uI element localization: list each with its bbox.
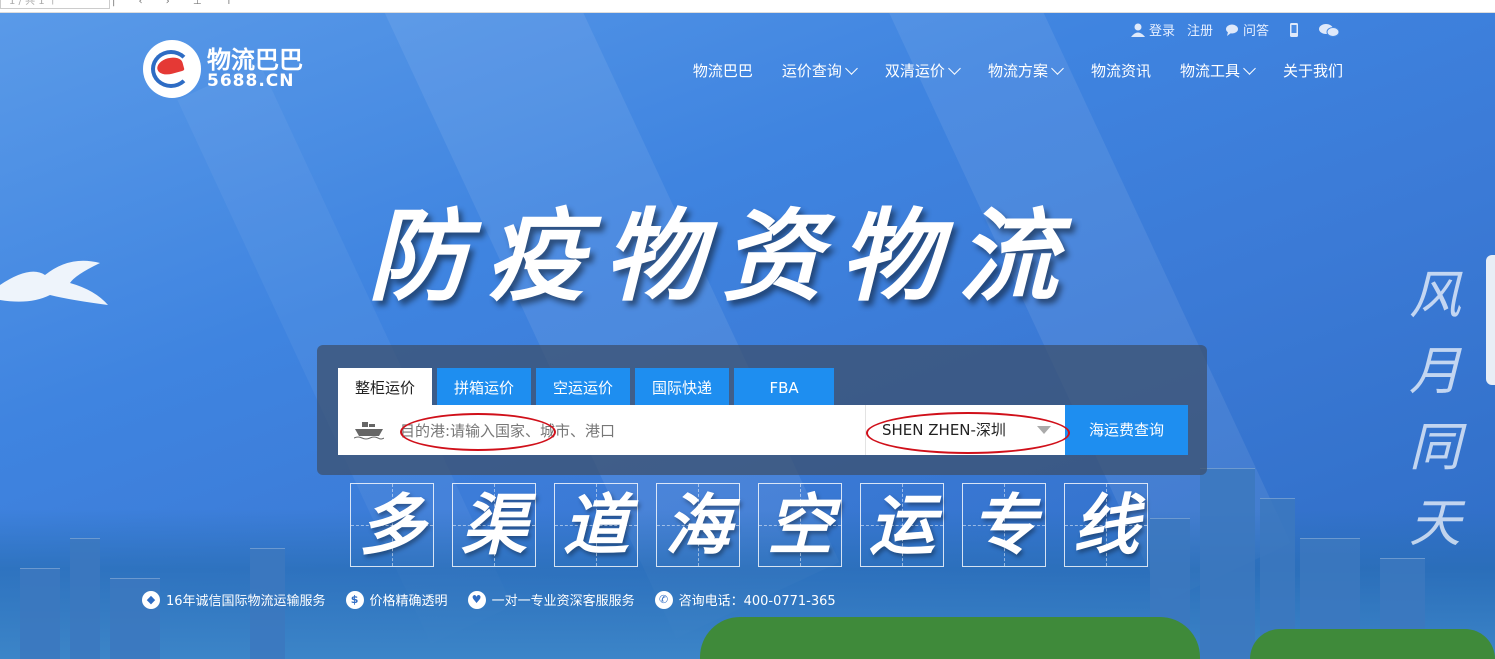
mobile-phone-icon (1290, 22, 1298, 37)
freight-tabs: 整柜运价 拼箱运价 空运运价 国际快递 FBA (338, 368, 839, 406)
slogan-boxes: 多 渠 道 海 空 运 专 线 (350, 483, 1166, 567)
ocean-freight-query-button[interactable]: 海运费查询 (1065, 405, 1188, 455)
chevron-down-icon (845, 61, 858, 75)
top-links: 登录 注册 问答 (1119, 20, 1343, 39)
nav-item-rates[interactable]: 运价查询 (782, 60, 858, 81)
nav-item-double-clearance[interactable]: 双清运价 (885, 60, 961, 81)
chevron-down-icon (1051, 61, 1064, 75)
feature-item: ◆ 16年诚信国际物流运输服务 (142, 590, 326, 609)
page-info: 1 / 共 1 个 (0, 0, 110, 9)
slogan-char: 运 (860, 483, 944, 567)
chevron-down-icon (1243, 61, 1256, 75)
destination-port-input[interactable] (398, 405, 862, 457)
tab-fba[interactable]: FBA (734, 368, 835, 406)
tab-lcl[interactable]: 拼箱运价 (437, 368, 532, 406)
slogan-char: 空 (758, 483, 842, 567)
slogan-char: 多 (350, 483, 434, 567)
login-link[interactable]: 登录 (1130, 20, 1175, 39)
register-link[interactable]: 注册 (1187, 20, 1213, 39)
feature-item: ✆ 咨询电话：400-0771-365 (654, 590, 836, 609)
nav-item-home[interactable]: 物流巴巴 (693, 60, 753, 81)
phone-icon: ✆ (654, 590, 673, 609)
slogan-char: 线 (1064, 483, 1148, 567)
pager-controls[interactable]: | ‹ › ⊥ ↑ (112, 0, 243, 7)
hero-headline: 防疫物资物流 (368, 197, 1076, 315)
dollar-icon: $ (345, 590, 364, 609)
logo-domain: 5688.CN (207, 71, 295, 91)
caret-down-icon (1037, 426, 1051, 434)
freight-search-panel: 整柜运价 拼箱运价 空运运价 国际快递 FBA SHEN ZHEN-深圳 海运费… (317, 345, 1207, 475)
nav-item-about[interactable]: 关于我们 (1283, 60, 1343, 81)
site-logo[interactable]: 物流巴巴 5688.CN (143, 40, 303, 98)
tab-air[interactable]: 空运运价 (536, 368, 631, 406)
nav-item-solutions[interactable]: 物流方案 (988, 60, 1064, 81)
tab-fcl[interactable]: 整柜运价 (338, 368, 433, 406)
chat-bubble-icon (1225, 24, 1238, 36)
wechat-link[interactable] (1319, 23, 1343, 37)
diamond-icon: ◆ (142, 590, 160, 609)
side-widget-tab[interactable] (1486, 255, 1495, 385)
nav-item-tools[interactable]: 物流工具 (1180, 60, 1256, 81)
feature-item: $ 价格精确透明 (345, 590, 448, 609)
heart-icon: ♥ (467, 590, 486, 609)
chevron-down-icon (948, 61, 961, 75)
user-icon (1130, 23, 1145, 37)
dove-image (0, 260, 108, 305)
slogan-char: 海 (656, 483, 740, 567)
origin-port-select[interactable]: SHEN ZHEN-深圳 (865, 405, 1065, 455)
slogan-char: 道 (554, 483, 638, 567)
logo-mark-icon (143, 40, 201, 98)
nav-item-news[interactable]: 物流资讯 (1091, 60, 1151, 81)
slogan-char: 渠 (452, 483, 536, 567)
hero-side-text: 风月同天 (1408, 266, 1461, 554)
main-nav: 物流巴巴 运价查询 双清运价 物流方案 物流资讯 物流工具 关于我们 (664, 60, 1343, 81)
wechat-icon (1319, 23, 1339, 37)
search-row: SHEN ZHEN-深圳 海运费查询 (338, 405, 1188, 457)
ship-icon (354, 422, 384, 440)
qa-link[interactable]: 问答 (1225, 20, 1269, 39)
mobile-link[interactable] (1287, 22, 1305, 37)
tab-express[interactable]: 国际快递 (635, 368, 730, 406)
logo-name: 物流巴巴 (207, 46, 303, 74)
feature-list: ◆ 16年诚信国际物流运输服务 $ 价格精确透明 ♥ 一对一专业资深客服服务 ✆ 咨询电… (142, 590, 856, 609)
slogan-char: 专 (962, 483, 1046, 567)
browser-toolbar: 1 / 共 1 个 | ‹ › ⊥ ↑ (0, 0, 1495, 13)
feature-item: ♥ 一对一专业资深客服服务 (467, 590, 635, 609)
